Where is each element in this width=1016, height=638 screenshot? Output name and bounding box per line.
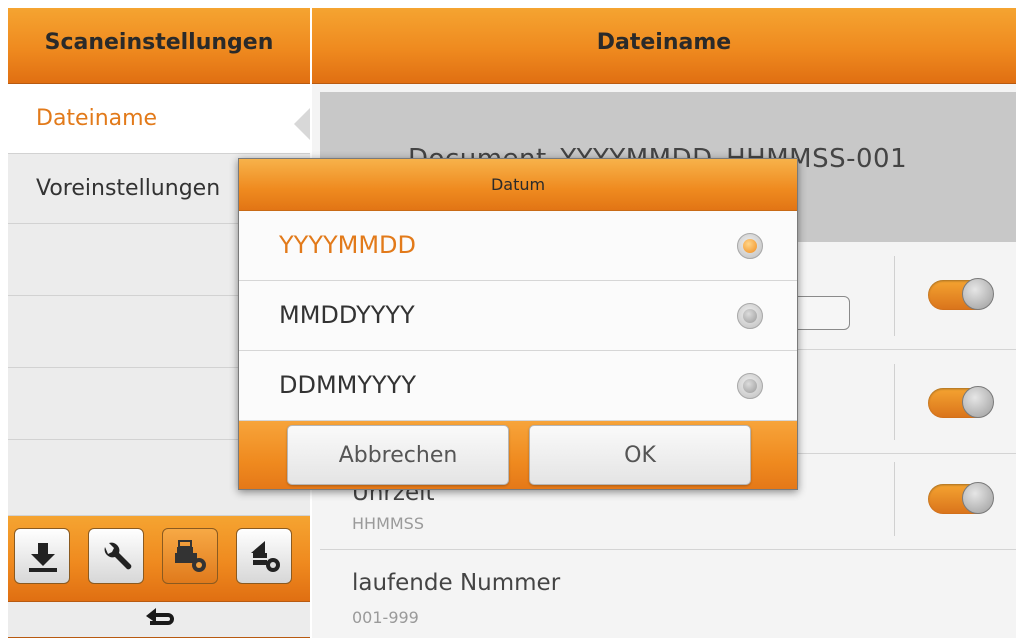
- row-divider: [894, 364, 895, 440]
- date-option-mmddyyyy[interactable]: MMDDYYYY: [239, 281, 797, 351]
- option-subtitle: HHMMSS: [352, 514, 424, 533]
- cancel-button-label: Abbrechen: [338, 443, 458, 468]
- option-row-laufende-nummer: laufende Nummer 001-999: [320, 550, 1016, 638]
- main-header: Dateiname: [312, 8, 1016, 84]
- tools-button[interactable]: [88, 528, 144, 584]
- date-format-dialog: Datum YYYYMMDD MMDDYYYY DDMMYYYY Abbrech…: [238, 158, 798, 490]
- sidebar-title: Scaneinstellungen: [44, 30, 274, 55]
- toggle-knob: [962, 482, 994, 514]
- row-divider: [894, 462, 895, 536]
- radio-dot: [743, 239, 757, 253]
- option-toggle[interactable]: [928, 482, 994, 514]
- option-toggle[interactable]: [928, 278, 994, 310]
- download-button[interactable]: [14, 528, 70, 584]
- bottom-toolbar: [8, 516, 310, 602]
- toggle-knob: [962, 386, 994, 418]
- sidebar-header: Scaneinstellungen: [8, 8, 310, 84]
- selection-pointer: [294, 108, 310, 140]
- back-button[interactable]: [8, 602, 310, 638]
- upload-settings-button[interactable]: [236, 528, 292, 584]
- dialog-header: Datum: [239, 159, 797, 211]
- option-text-field[interactable]: [790, 296, 850, 330]
- option-subtitle: 001-999: [352, 608, 419, 627]
- sidebar-item-label: Voreinstellungen: [36, 176, 221, 201]
- dialog-title: Datum: [490, 175, 546, 194]
- wrench-icon: [104, 542, 132, 570]
- radio-button-selected[interactable]: [737, 233, 763, 259]
- ok-button-label: OK: [624, 443, 656, 468]
- radio-dot: [743, 309, 757, 323]
- radio-dot: [743, 379, 757, 393]
- date-option-label: DDMMYYYY: [279, 371, 417, 399]
- date-option-label: MMDDYYYY: [279, 301, 415, 329]
- toggle-knob: [962, 278, 994, 310]
- scanner-settings-button[interactable]: [162, 528, 218, 584]
- ok-button[interactable]: OK: [529, 425, 751, 485]
- sidebar-item-label: Dateiname: [36, 106, 158, 131]
- date-option-label: YYYYMMDD: [279, 231, 417, 259]
- dialog-footer: Abbrechen OK: [239, 421, 797, 489]
- app-window: Scaneinstellungen Dateiname Voreinstellu…: [0, 0, 1016, 638]
- option-toggle[interactable]: [928, 386, 994, 418]
- row-divider: [894, 256, 895, 336]
- page-title: Dateiname: [596, 30, 732, 55]
- sidebar-item-dateiname[interactable]: Dateiname: [8, 84, 310, 154]
- cancel-button[interactable]: Abbrechen: [287, 425, 509, 485]
- download-icon: [29, 543, 57, 572]
- radio-button[interactable]: [737, 303, 763, 329]
- radio-button[interactable]: [737, 373, 763, 399]
- date-option-ddmmyyyy[interactable]: DDMMYYYY: [239, 351, 797, 421]
- date-option-yyyymmdd[interactable]: YYYYMMDD: [239, 211, 797, 281]
- upload-settings-icon: [251, 541, 280, 572]
- option-name: laufende Nummer: [352, 570, 561, 596]
- back-arrow-icon: [146, 608, 174, 625]
- scanner-settings-icon: [175, 540, 206, 572]
